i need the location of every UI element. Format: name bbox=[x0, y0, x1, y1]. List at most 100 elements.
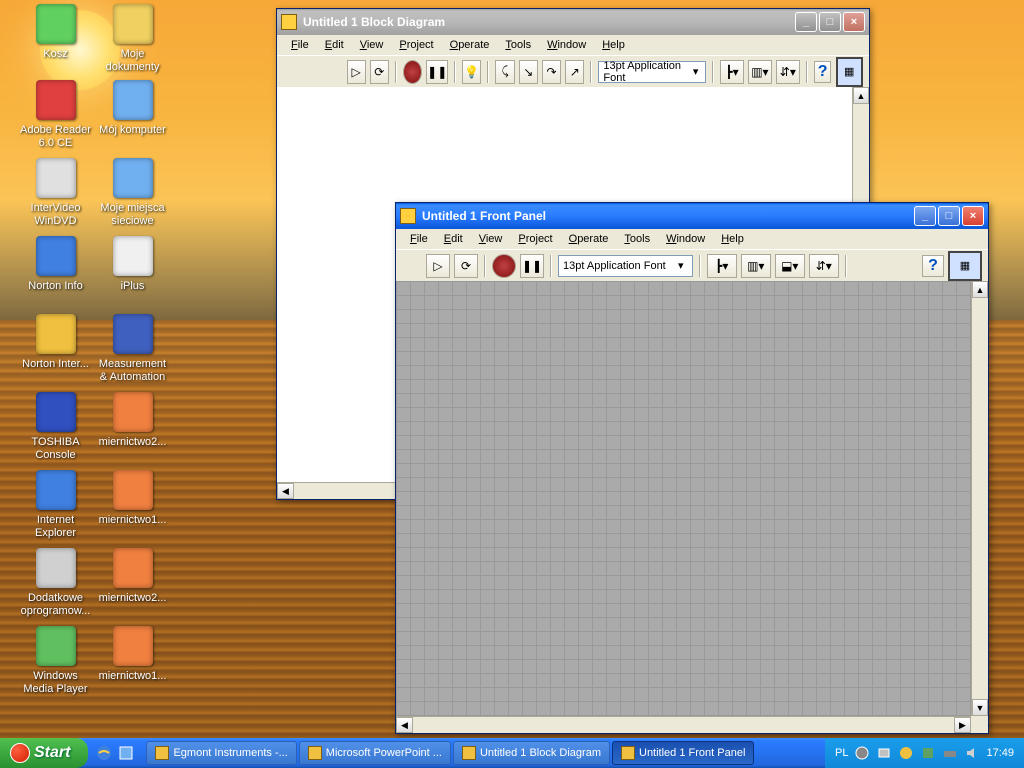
retain-wire-button[interactable]: ⤹ bbox=[495, 60, 514, 84]
desktop-icon[interactable]: miernictwo1... bbox=[95, 470, 170, 527]
reorder-button[interactable]: ⇵▾ bbox=[776, 60, 800, 84]
scroll-up-icon[interactable]: ▲ bbox=[853, 87, 869, 104]
tray-icon[interactable] bbox=[854, 745, 870, 761]
desktop-icon[interactable]: Measurement & Automation bbox=[95, 314, 170, 384]
scroll-left-icon[interactable]: ◀ bbox=[277, 483, 294, 499]
run-button[interactable]: ▷ bbox=[347, 60, 366, 84]
scroll-left-icon[interactable]: ◀ bbox=[396, 717, 413, 733]
scroll-down-icon[interactable]: ▼ bbox=[972, 699, 988, 716]
tray-icon[interactable] bbox=[898, 745, 914, 761]
abort-button[interactable] bbox=[492, 254, 516, 278]
icon-graphic bbox=[113, 470, 153, 510]
maximize-button[interactable]: □ bbox=[938, 206, 960, 226]
step-into-button[interactable]: ↘ bbox=[519, 60, 538, 84]
menu-file[interactable]: File bbox=[283, 37, 317, 53]
pause-button[interactable]: ❚❚ bbox=[520, 254, 544, 278]
window-front-panel[interactable]: Untitled 1 Front Panel _ □ × File Edit V… bbox=[395, 202, 989, 734]
desktop-icon[interactable]: miernictwo2... bbox=[95, 392, 170, 449]
menu-tools[interactable]: Tools bbox=[497, 37, 539, 53]
help-button[interactable]: ? bbox=[922, 255, 944, 277]
run-button[interactable]: ▷ bbox=[426, 254, 450, 278]
close-button[interactable]: × bbox=[843, 12, 865, 32]
icon-label: miernictwo2... bbox=[95, 592, 170, 605]
desktop-icon[interactable]: Moje dokumenty bbox=[95, 4, 170, 74]
vi-icon[interactable]: ▦ bbox=[948, 251, 982, 281]
tray-volume-icon[interactable] bbox=[964, 745, 980, 761]
desktop-icon[interactable]: Kosz bbox=[18, 4, 93, 61]
menu-edit[interactable]: Edit bbox=[317, 37, 352, 53]
minimize-button[interactable]: _ bbox=[914, 206, 936, 226]
ie-icon[interactable] bbox=[94, 743, 114, 763]
tray-icon[interactable] bbox=[876, 745, 892, 761]
scroll-up-icon[interactable]: ▲ bbox=[972, 281, 988, 298]
desktop-icon[interactable]: Norton Inter... bbox=[18, 314, 93, 371]
taskbar-button[interactable]: Untitled 1 Front Panel bbox=[612, 741, 754, 765]
show-desktop-icon[interactable] bbox=[116, 743, 136, 763]
help-button[interactable]: ? bbox=[814, 61, 832, 83]
font-selector[interactable]: 13pt Application Font▾ bbox=[558, 255, 693, 277]
language-indicator[interactable]: PL bbox=[835, 747, 848, 759]
close-button[interactable]: × bbox=[962, 206, 984, 226]
clock[interactable]: 17:49 bbox=[986, 747, 1014, 759]
taskbar-button[interactable]: Egmont Instruments -... bbox=[146, 741, 296, 765]
icon-label: Moje miejsca sieciowe bbox=[95, 202, 170, 228]
front-panel-canvas[interactable]: ▲▼ ◀▶ bbox=[396, 281, 988, 733]
vi-icon[interactable]: ▦ bbox=[836, 57, 863, 87]
distribute-button[interactable]: ▥▾ bbox=[741, 254, 771, 278]
vertical-scrollbar[interactable]: ▲▼ bbox=[971, 281, 988, 716]
distribute-button[interactable]: ▥▾ bbox=[748, 60, 772, 84]
run-continuous-button[interactable]: ⟳ bbox=[370, 60, 389, 84]
desktop-icon[interactable]: iPlus bbox=[95, 236, 170, 293]
run-continuous-button[interactable]: ⟳ bbox=[454, 254, 478, 278]
menu-edit[interactable]: Edit bbox=[436, 231, 471, 247]
horizontal-scrollbar[interactable]: ◀▶ bbox=[396, 716, 971, 733]
menu-help[interactable]: Help bbox=[713, 231, 752, 247]
desktop-icon[interactable]: Internet Explorer bbox=[18, 470, 93, 540]
menu-operate[interactable]: Operate bbox=[561, 231, 617, 247]
maximize-button[interactable]: □ bbox=[819, 12, 841, 32]
icon-label: InterVideo WinDVD bbox=[18, 202, 93, 228]
menu-project[interactable]: Project bbox=[391, 37, 441, 53]
reorder-button[interactable]: ⇵▾ bbox=[809, 254, 839, 278]
menu-project[interactable]: Project bbox=[510, 231, 560, 247]
desktop-icon[interactable]: Windows Media Player bbox=[18, 626, 93, 696]
menu-operate[interactable]: Operate bbox=[442, 37, 498, 53]
pause-button[interactable]: ❚❚ bbox=[426, 60, 448, 84]
minimize-button[interactable]: _ bbox=[795, 12, 817, 32]
desktop-icon[interactable]: InterVideo WinDVD bbox=[18, 158, 93, 228]
desktop-icon[interactable]: miernictwo2... bbox=[95, 548, 170, 605]
labview-icon bbox=[281, 14, 297, 30]
tray-icon[interactable] bbox=[920, 745, 936, 761]
menu-window[interactable]: Window bbox=[658, 231, 713, 247]
menu-view[interactable]: View bbox=[471, 231, 511, 247]
menu-file[interactable]: File bbox=[402, 231, 436, 247]
step-over-button[interactable]: ↷ bbox=[542, 60, 561, 84]
align-button[interactable]: ┣▾ bbox=[720, 60, 744, 84]
desktop-icon[interactable]: Norton Info bbox=[18, 236, 93, 293]
menu-view[interactable]: View bbox=[352, 37, 392, 53]
resize-button[interactable]: ⬓▾ bbox=[775, 254, 805, 278]
desktop-icon[interactable]: Moje miejsca sieciowe bbox=[95, 158, 170, 228]
taskbar-button[interactable]: Microsoft PowerPoint ... bbox=[299, 741, 451, 765]
align-button[interactable]: ┣▾ bbox=[707, 254, 737, 278]
titlebar[interactable]: Untitled 1 Front Panel _ □ × bbox=[396, 203, 988, 229]
desktop-icon[interactable]: Dodatkowe oprogramow... bbox=[18, 548, 93, 618]
step-out-button[interactable]: ↗ bbox=[565, 60, 584, 84]
menu-window[interactable]: Window bbox=[539, 37, 594, 53]
icon-label: Measurement & Automation bbox=[95, 358, 170, 384]
desktop-icon[interactable]: Adobe Reader 6.0 CE bbox=[18, 80, 93, 150]
start-button[interactable]: Start bbox=[0, 738, 88, 768]
desktop-icon[interactable]: Mój komputer bbox=[95, 80, 170, 137]
scroll-right-icon[interactable]: ▶ bbox=[954, 717, 971, 733]
menu-tools[interactable]: Tools bbox=[616, 231, 658, 247]
desktop-icon[interactable]: TOSHIBA Console bbox=[18, 392, 93, 462]
font-selector[interactable]: 13pt Application Font▾ bbox=[598, 61, 706, 83]
desktop-icon[interactable]: miernictwo1... bbox=[95, 626, 170, 683]
highlight-button[interactable]: 💡 bbox=[462, 60, 481, 84]
abort-button[interactable] bbox=[403, 60, 422, 84]
tray-icon[interactable] bbox=[942, 745, 958, 761]
menu-help[interactable]: Help bbox=[594, 37, 633, 53]
taskbar-button[interactable]: Untitled 1 Block Diagram bbox=[453, 741, 610, 765]
icon-graphic bbox=[113, 80, 153, 120]
titlebar[interactable]: Untitled 1 Block Diagram _ □ × bbox=[277, 9, 869, 35]
